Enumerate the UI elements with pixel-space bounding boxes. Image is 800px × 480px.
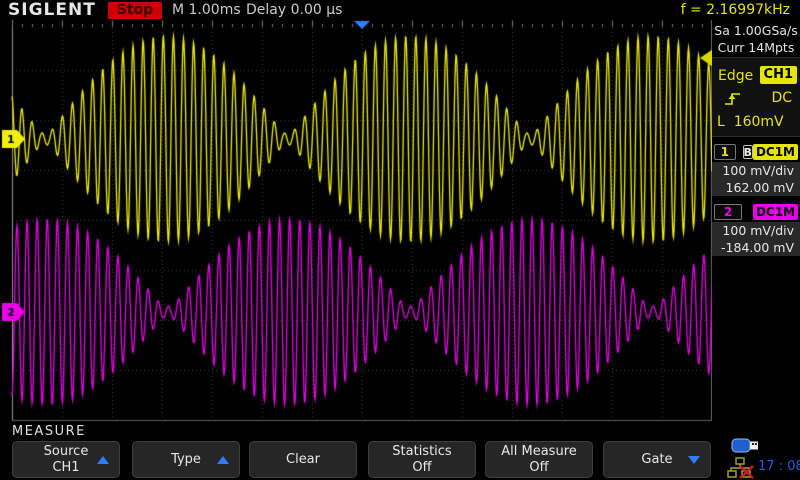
softkey-clear[interactable]: Clear bbox=[249, 441, 357, 478]
run-state-badge[interactable]: Stop bbox=[108, 2, 162, 19]
bandwidth-limit-badge: B bbox=[743, 145, 753, 159]
oscilloscope-screen: SIGLENT Stop M 1.00ms Delay 0.00 µs f = … bbox=[0, 0, 800, 480]
channel1-info-box[interactable]: 1 B DC1M 100 mV/div 162.00 mV bbox=[712, 142, 800, 196]
softkey-label: Source bbox=[44, 444, 89, 460]
clock-hour: 17 bbox=[758, 459, 775, 474]
trigger-panel[interactable]: Edge CH1 DC L 160mV bbox=[712, 57, 800, 137]
trigger-level-readout: L 160mV bbox=[717, 114, 784, 130]
channel1-offset-readout: 162.00 mV bbox=[712, 179, 800, 196]
softkey-type[interactable]: Type bbox=[132, 441, 240, 478]
clock: 17 : 08 bbox=[758, 459, 800, 474]
clock-minute: 08 bbox=[787, 459, 800, 474]
channel2-offset-readout: -184.00 mV bbox=[712, 239, 800, 256]
softkey-label: Gate bbox=[641, 452, 672, 468]
top-bar: SIGLENT Stop M 1.00ms Delay 0.00 µs f = … bbox=[0, 0, 800, 20]
up-arrow-icon bbox=[97, 456, 109, 464]
channel2-header: 2 DC1M bbox=[712, 202, 800, 222]
sample-rate-readout: Sa 1.00GSa/s bbox=[712, 22, 800, 39]
channel2-scale-readout: 100 mV/div bbox=[712, 222, 800, 239]
softkey-label: Type bbox=[171, 452, 201, 468]
channel2-number-chip: 2 bbox=[714, 204, 742, 220]
down-arrow-icon bbox=[688, 456, 700, 464]
softkey-value: CH1 bbox=[52, 460, 79, 476]
softkey-label: All Measure bbox=[501, 444, 577, 460]
up-arrow-icon bbox=[217, 456, 229, 464]
rising-edge-icon bbox=[724, 91, 742, 107]
waveform-display bbox=[0, 0, 800, 480]
trigger-source-chip: CH1 bbox=[760, 66, 797, 84]
acquisition-readout: Sa 1.00GSa/s Curr 14Mpts bbox=[712, 22, 800, 56]
softkey-menu: MEASURE Source CH1 Type Clear Statistics… bbox=[0, 422, 800, 480]
menu-title: MEASURE bbox=[12, 424, 86, 439]
timebase-readout: M 1.00ms bbox=[172, 0, 241, 20]
channel1-header: 1 B DC1M bbox=[712, 142, 800, 162]
delay-readout: Delay 0.00 µs bbox=[246, 0, 342, 20]
channel2-info-box[interactable]: 2 DC1M 100 mV/div -184.00 mV bbox=[712, 202, 800, 256]
softkey-value: Off bbox=[529, 460, 548, 476]
softkey-label: Clear bbox=[286, 452, 320, 468]
channel1-number-chip: 1 bbox=[714, 144, 736, 160]
channel1-scale-readout: 100 mV/div bbox=[712, 162, 800, 179]
softkey-value: Off bbox=[412, 460, 431, 476]
softkey-label: Statistics bbox=[392, 444, 451, 460]
channel2-coupling-chip: DC1M bbox=[753, 204, 798, 220]
usb-icon bbox=[731, 437, 761, 459]
channel1-coupling-chip: DC1M bbox=[753, 144, 798, 160]
softkey-all-measure[interactable]: All Measure Off bbox=[485, 441, 593, 478]
softkey-source[interactable]: Source CH1 bbox=[12, 441, 120, 478]
memory-depth-readout: Curr 14Mpts bbox=[712, 39, 800, 56]
trigger-coupling-label: DC bbox=[771, 90, 792, 106]
sidebar: Sa 1.00GSa/s Curr 14Mpts Edge CH1 DC L 1… bbox=[712, 20, 800, 480]
softkey-gate[interactable]: Gate bbox=[603, 441, 711, 478]
lan-disconnected-icon bbox=[727, 457, 755, 480]
softkey-statistics[interactable]: Statistics Off bbox=[368, 441, 476, 478]
clock-separator: : bbox=[775, 459, 788, 474]
frequency-counter-readout: f = 2.16997kHz bbox=[681, 0, 790, 20]
brand-logo: SIGLENT bbox=[8, 0, 96, 20]
trigger-type-label: Edge bbox=[718, 68, 753, 84]
